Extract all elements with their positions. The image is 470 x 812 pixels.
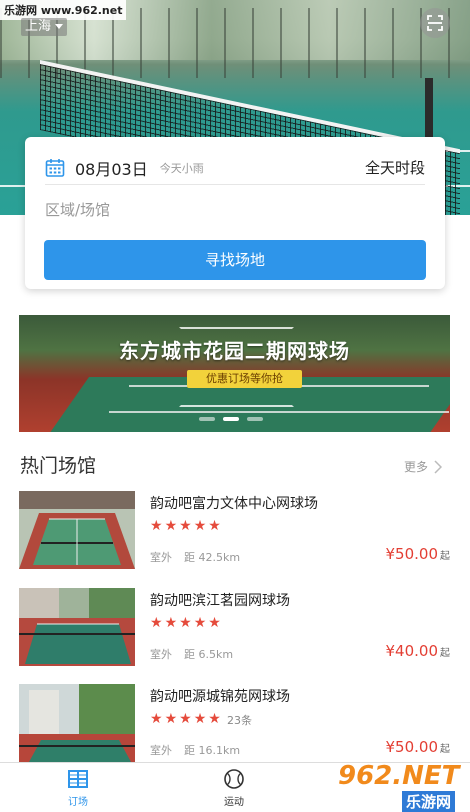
venue-type: 室外 <box>150 648 172 661</box>
price-value: ¥40.00 <box>385 642 439 660</box>
star-icon: ★ <box>193 518 207 534</box>
price-suffix: 起 <box>440 744 450 755</box>
tab-label: 订场 <box>68 796 88 808</box>
venue-type: 室外 <box>150 551 172 564</box>
banner-promo: 优惠订场等你抢 <box>187 370 302 388</box>
watermark-top-left: 乐游网 www.962.net <box>0 0 127 20</box>
pagination-dot[interactable] <box>199 417 215 421</box>
pagination-dot-active[interactable] <box>223 417 239 421</box>
venue-item[interactable]: 韵动吧富力文体中心网球场 ★ ★ ★ ★ ★ 室外 距 42.5km ¥50.0… <box>19 491 450 571</box>
star-icon: ★ <box>164 518 178 534</box>
search-card: 08月03日 今天小雨 全天时段 区域/场馆 寻找场地 <box>25 137 445 289</box>
venue-meta: 室外 距 16.1km <box>150 742 240 758</box>
banner-court-line <box>109 411 449 413</box>
venue-price: ¥40.00 起 <box>386 642 451 660</box>
star-icon: ★ <box>150 711 163 727</box>
star-icon: ★ <box>179 518 192 534</box>
city-label: 上海 <box>25 19 52 34</box>
city-selector[interactable]: 上海 <box>21 18 68 36</box>
venue-rating: ★ ★ ★ ★ ★ <box>150 519 221 533</box>
venue-name: 韵动吧源城锦苑网球场 <box>150 689 290 705</box>
tab-label: 运动 <box>224 796 244 808</box>
court-grid-icon <box>68 769 88 788</box>
more-label: 更多 <box>404 460 429 474</box>
venue-distance: 距 42.5km <box>184 551 241 564</box>
find-venue-button[interactable]: 寻找场地 <box>44 240 426 280</box>
star-icon: ★ <box>179 711 192 727</box>
scan-icon <box>427 15 443 31</box>
venue-distance: 距 16.1km <box>184 744 241 757</box>
timeslot-selector[interactable]: 全天时段 <box>365 157 425 178</box>
venue-distance: 距 6.5km <box>184 648 234 661</box>
star-icon: ★ <box>179 615 192 631</box>
watermark-logo-subtext: 乐游网 <box>402 791 456 812</box>
price-suffix: 起 <box>440 551 450 562</box>
venue-item[interactable]: 韵动吧源城锦苑网球场 ★ ★ ★ ★ ★ 23条 室外 距 16.1km ¥50… <box>19 684 450 764</box>
section-title: 热门场馆 <box>20 455 97 477</box>
star-icon: ★ <box>208 518 221 534</box>
pagination-dot[interactable] <box>247 417 263 421</box>
venue-meta: 室外 距 6.5km <box>150 646 233 662</box>
net-post <box>425 78 433 138</box>
star-icon: ★ <box>193 615 207 631</box>
star-icon: ★ <box>150 615 163 631</box>
tennis-ball-icon <box>224 768 244 789</box>
date-row[interactable]: 08月03日 今天小雨 全天时段 <box>45 151 425 185</box>
date-value: 08月03日 <box>75 159 148 179</box>
area-venue-input[interactable]: 区域/场馆 <box>45 199 425 223</box>
price-suffix: 起 <box>440 648 450 659</box>
venue-name: 韵动吧滨江茗园网球场 <box>150 593 290 609</box>
calendar-icon <box>45 158 65 177</box>
tab-sports[interactable]: 运动 <box>156 763 312 812</box>
star-icon: ★ <box>150 518 163 534</box>
venue-rating: ★ ★ ★ ★ ★ <box>150 616 221 630</box>
star-icon: ★ <box>208 615 221 631</box>
venue-meta: 室外 距 42.5km <box>150 549 240 565</box>
caret-down-icon <box>55 24 64 29</box>
star-icon: ★ <box>208 711 221 727</box>
price-value: ¥50.00 <box>385 738 439 756</box>
scan-button[interactable] <box>420 8 450 38</box>
price-value: ¥50.00 <box>385 545 439 563</box>
venue-thumbnail <box>19 491 135 569</box>
venue-rating: ★ ★ ★ ★ ★ <box>150 712 221 726</box>
weather-text: 今天小雨 <box>159 161 204 175</box>
star-icon: ★ <box>164 711 178 727</box>
watermark-logo-text: 962.NET <box>338 761 460 791</box>
banner-title: 东方城市花园二期网球场 <box>119 339 350 363</box>
venue-thumbnail <box>19 684 135 762</box>
star-icon: ★ <box>193 711 207 727</box>
promo-banner[interactable]: 东方城市花园二期网球场 优惠订场等你抢 <box>19 315 450 432</box>
venue-price: ¥50.00 起 <box>386 738 451 756</box>
venue-name: 韵动吧富力文体中心网球场 <box>150 496 318 512</box>
chevron-right-icon <box>434 459 443 474</box>
tab-booking[interactable]: 订场 <box>0 763 156 812</box>
banner-pagination <box>199 417 263 421</box>
review-count: 23条 <box>227 714 252 727</box>
more-link[interactable]: 更多 <box>404 458 443 475</box>
app-screen: 乐游网 www.962.net 上海 08月03日 今天小雨 全天时段 区域/场… <box>0 0 470 812</box>
star-icon: ★ <box>164 615 178 631</box>
venue-item[interactable]: 韵动吧滨江茗园网球场 ★ ★ ★ ★ ★ 室外 距 6.5km ¥40.00 起 <box>19 588 450 668</box>
venue-price: ¥50.00 起 <box>386 545 451 563</box>
venue-thumbnail <box>19 588 135 666</box>
venue-type: 室外 <box>150 744 172 757</box>
watermark-bottom-right: 962.NET 乐游网 <box>330 757 470 812</box>
